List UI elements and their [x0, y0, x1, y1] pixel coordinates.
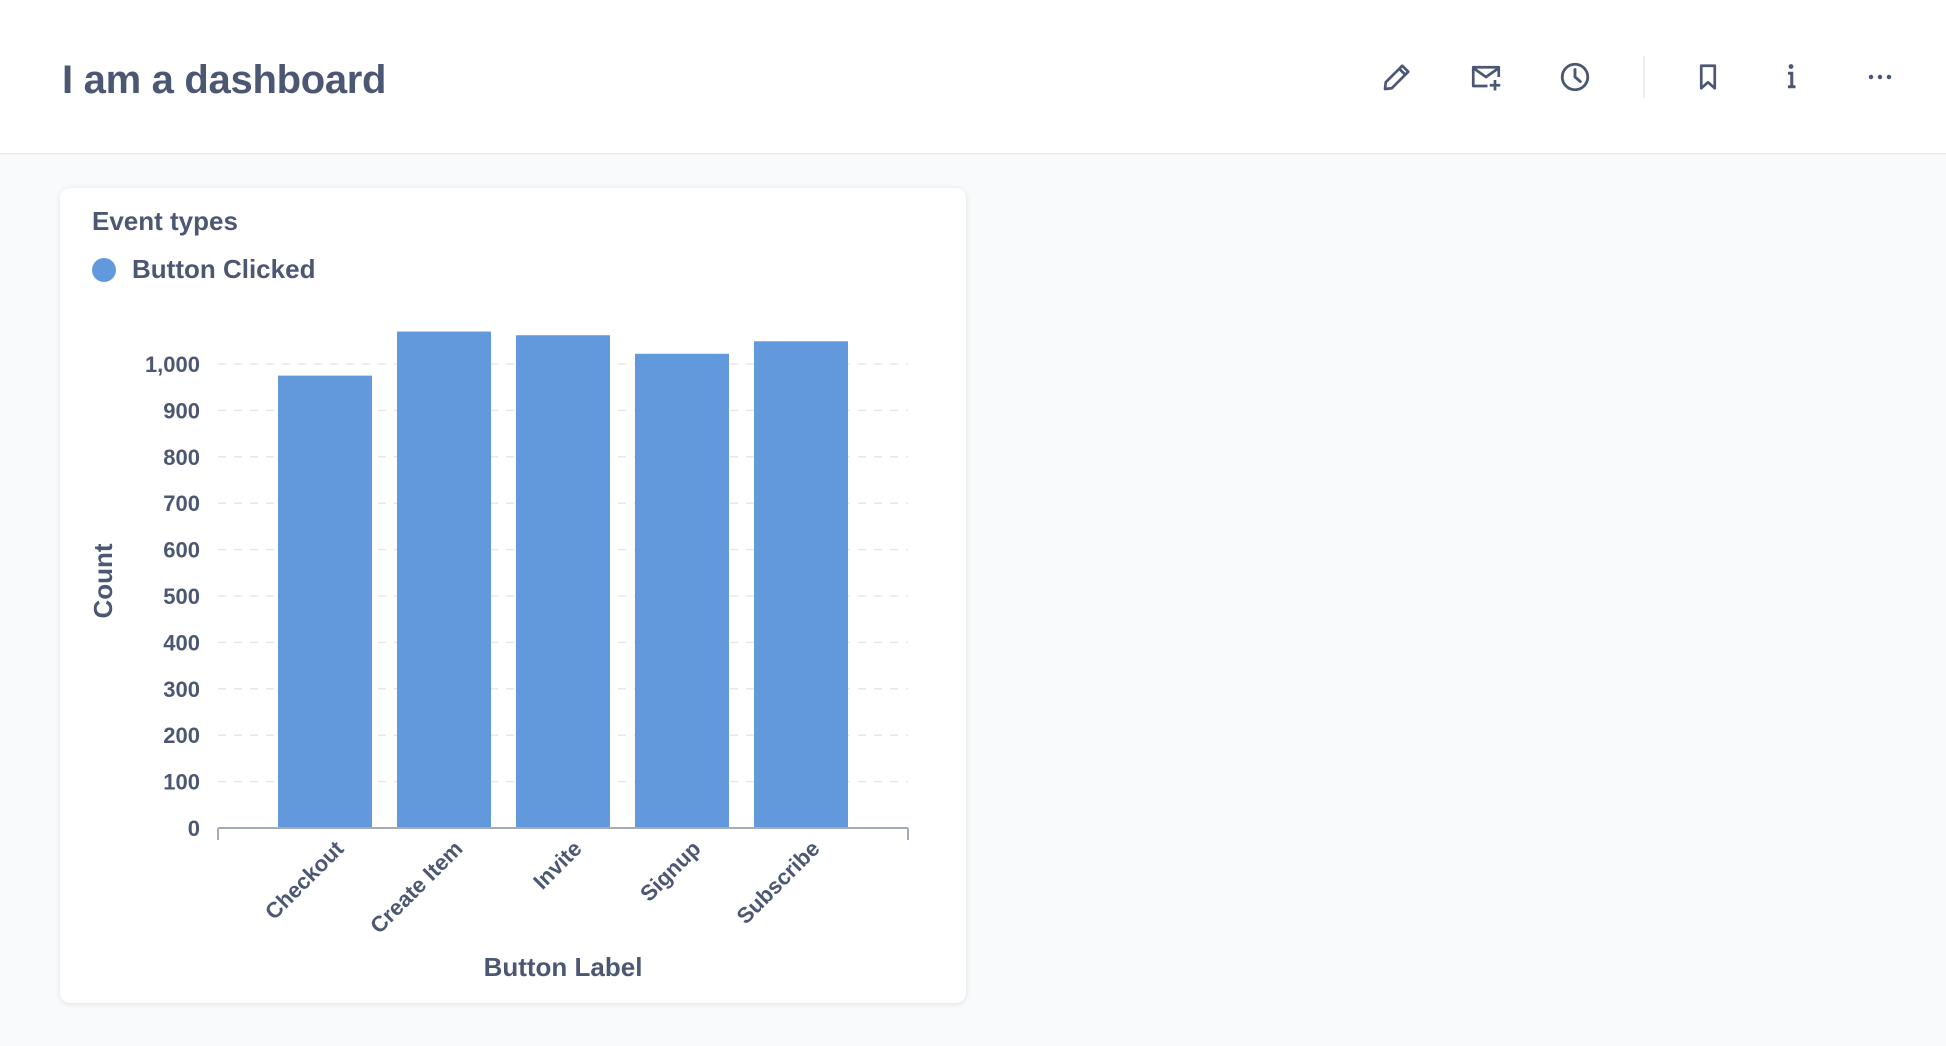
header-toolbar: [0, 52, 1946, 102]
y-tick-label: 1,000: [145, 352, 200, 377]
x-tick-label: Checkout: [260, 835, 349, 924]
y-axis-label: Count: [88, 543, 118, 618]
clock-icon: [1560, 62, 1590, 92]
mail-add-icon: [1471, 65, 1501, 91]
bar: [635, 353, 729, 828]
x-tick-label: Signup: [635, 836, 705, 906]
info-button[interactable]: [1766, 52, 1816, 102]
x-tick-label: Create Item: [365, 836, 467, 938]
x-tick-label: Subscribe: [732, 836, 825, 929]
bar: [397, 331, 491, 828]
y-tick-label: 0: [188, 816, 200, 841]
edit-button[interactable]: [1372, 52, 1422, 102]
y-tick-label: 300: [163, 677, 200, 702]
bar: [754, 341, 848, 828]
y-tick-label: 200: [163, 723, 200, 748]
x-axis-label: Button Label: [484, 952, 643, 982]
pencil-icon: [1383, 64, 1410, 91]
info-icon: [1788, 64, 1796, 89]
y-tick-label: 600: [163, 538, 200, 563]
bar: [516, 335, 610, 828]
bookmark-button[interactable]: [1683, 52, 1733, 102]
x-tick-label: Invite: [528, 836, 586, 894]
bar-chart: 0 100 200 300 400 500 600 700 800 900 1,000 Checkou…: [88, 331, 909, 982]
more-icon: [1868, 74, 1892, 80]
history-button[interactable]: [1550, 52, 1600, 102]
more-button[interactable]: [1855, 52, 1905, 102]
toolbar-divider: [1643, 56, 1645, 98]
y-tick-label: 400: [163, 630, 200, 655]
bookmark-icon: [1699, 64, 1717, 90]
bar: [278, 375, 372, 828]
y-tick-label: 100: [163, 770, 200, 795]
dashboard-card[interactable]: Event types Button Clicked 0 100 200 300 400…: [60, 188, 966, 1003]
y-tick-label: 900: [163, 398, 200, 423]
y-tick-label: 800: [163, 445, 200, 470]
y-tick-label: 700: [163, 491, 200, 516]
subscribe-button[interactable]: [1461, 52, 1511, 102]
dashboard-header: I am a dashboard: [0, 0, 1946, 154]
y-tick-label: 500: [163, 584, 200, 609]
